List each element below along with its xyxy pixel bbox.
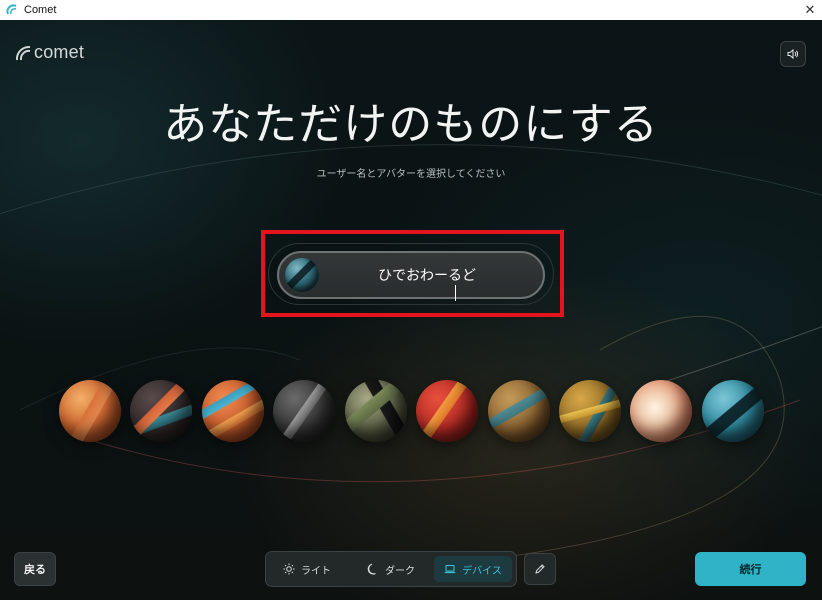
onboarding-stage: comet あなただけのものにする ユーザー名とアバターを選択してください 戻る xyxy=(0,20,822,600)
avatar-option[interactable] xyxy=(59,380,121,442)
sun-icon xyxy=(283,563,295,575)
comet-app-icon xyxy=(6,4,18,16)
avatar-option[interactable] xyxy=(130,380,192,442)
avatar-option[interactable] xyxy=(273,380,335,442)
avatar-option[interactable] xyxy=(559,380,621,442)
laptop-icon xyxy=(444,563,456,575)
theme-option-dark-label: ダーク xyxy=(385,565,415,577)
window-titlebar: Comet ✕ xyxy=(0,0,822,20)
pencil-icon xyxy=(534,560,546,579)
moon-icon xyxy=(367,563,379,575)
theme-option-dark[interactable]: ダーク xyxy=(358,556,424,582)
theme-switcher: ライト ダーク デバイス xyxy=(265,551,517,587)
avatar-option[interactable] xyxy=(202,380,264,442)
continue-button[interactable]: 続行 xyxy=(695,552,806,586)
back-button[interactable]: 戻る xyxy=(14,552,56,586)
window-close-button[interactable]: ✕ xyxy=(800,0,820,20)
avatar-option[interactable] xyxy=(630,380,692,442)
theme-option-light[interactable]: ライト xyxy=(276,556,338,582)
avatar-picker xyxy=(0,20,822,600)
theme-option-light-label: ライト xyxy=(301,565,331,577)
avatar-option[interactable] xyxy=(488,380,550,442)
avatar-option[interactable] xyxy=(702,380,764,442)
avatar-option[interactable] xyxy=(345,380,407,442)
customize-button[interactable] xyxy=(524,553,556,585)
theme-option-device[interactable]: デバイス xyxy=(434,556,512,582)
window-title: Comet xyxy=(24,4,57,16)
avatar-option[interactable] xyxy=(416,380,478,442)
theme-option-device-label: デバイス xyxy=(462,565,502,577)
